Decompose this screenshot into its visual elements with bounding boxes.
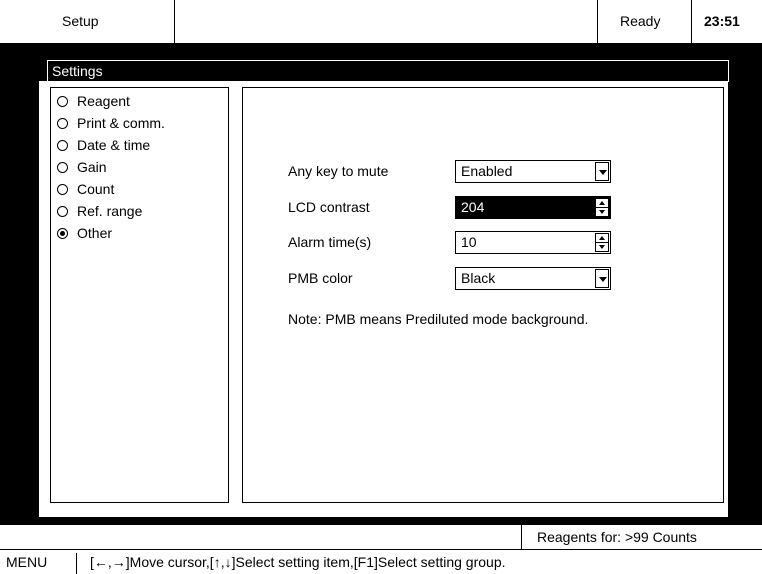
pmb-color-label: PMB color (288, 270, 353, 286)
spinner-icon[interactable] (595, 233, 609, 252)
settings-detail-pane: Any key to mute Enabled LCD contrast 204… (242, 87, 724, 503)
lcd-contrast-value: 204 (461, 199, 485, 215)
mute-select[interactable]: Enabled (455, 160, 611, 183)
alarm-time-value: 10 (461, 234, 477, 250)
settings-panel: Reagent Print & comm. Date & time Gain C… (39, 81, 728, 517)
dropdown-arrow-icon[interactable] (595, 162, 609, 181)
group-item-date-time[interactable]: Date & time (57, 134, 150, 156)
group-item-print-comm[interactable]: Print & comm. (57, 112, 165, 134)
group-label: Ref. range (77, 203, 143, 219)
pmb-color-select[interactable]: Black (455, 267, 611, 290)
group-item-count[interactable]: Count (57, 178, 114, 200)
alarm-time-label: Alarm time(s) (288, 234, 372, 250)
mute-value: Enabled (461, 163, 513, 179)
lcd-contrast-label: LCD contrast (288, 199, 370, 215)
group-item-ref-range[interactable]: Ref. range (57, 200, 142, 222)
settings-group-list: Reagent Print & comm. Date & time Gain C… (50, 87, 229, 503)
menu-bar: MENU [←,→]Move cursor,[↑,↓]Select settin… (0, 550, 762, 574)
group-item-reagent[interactable]: Reagent (57, 90, 130, 112)
group-label: Date & time (77, 137, 151, 153)
mute-label: Any key to mute (288, 163, 389, 179)
radio-icon (57, 140, 68, 151)
radio-icon (57, 162, 68, 173)
lcd-contrast-spinbox[interactable]: 204 (455, 196, 611, 219)
status-bar: Reagents for: >99 Counts (0, 525, 762, 549)
dropdown-arrow-icon[interactable] (595, 269, 609, 288)
status-divider (521, 525, 522, 549)
title-bar-spacer (175, 0, 598, 43)
radio-icon (57, 184, 68, 195)
group-label: Gain (77, 159, 107, 175)
radio-selected-icon (57, 228, 68, 239)
spinner-icon[interactable] (595, 198, 609, 217)
reagent-status: Reagents for: >99 Counts (537, 529, 697, 545)
status-indicator: Ready (598, 0, 692, 43)
group-item-gain[interactable]: Gain (57, 156, 107, 178)
group-label: Other (77, 225, 113, 241)
group-label: Print & comm. (77, 115, 165, 131)
pmb-color-value: Black (461, 270, 496, 286)
alarm-time-spinbox[interactable]: 10 (455, 231, 611, 254)
radio-icon (57, 206, 68, 217)
radio-icon (57, 96, 68, 107)
clock: 23:51 (704, 13, 740, 29)
help-text: [←,→]Move cursor,[↑,↓]Select setting ite… (90, 554, 506, 570)
settings-header: Settings (47, 60, 729, 82)
group-label: Count (77, 181, 115, 197)
menu-divider (76, 553, 77, 574)
title-bar: Setup Ready 23:51 (0, 0, 762, 44)
radio-icon (57, 118, 68, 129)
menu-button[interactable]: MENU (6, 550, 47, 574)
group-label: Reagent (77, 93, 130, 109)
pmb-note: Note: PMB means Prediluted mode backgrou… (288, 311, 589, 327)
group-item-other[interactable]: Other (57, 222, 112, 244)
screen-title: Setup (0, 0, 175, 43)
